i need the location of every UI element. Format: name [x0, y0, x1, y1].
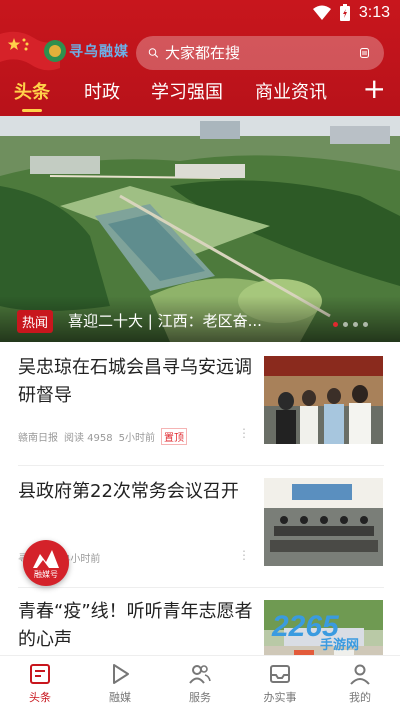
app-logo: 寻乌融媒: [44, 40, 129, 62]
more-options-icon[interactable]: ⋮: [238, 426, 250, 440]
carousel-dots: [333, 322, 368, 327]
add-channel-icon[interactable]: +: [363, 74, 386, 104]
nav-headlines[interactable]: 头条: [10, 662, 70, 705]
news-title[interactable]: 青春“疫”线！听听青年志愿者的心声: [18, 598, 254, 654]
search-bar[interactable]: [136, 36, 384, 70]
hero-title[interactable]: 喜迎二十大 | 江西：老区奋...: [68, 310, 262, 331]
active-tab-indicator: [22, 109, 42, 112]
play-icon: [113, 664, 129, 684]
news-time: 5小时前: [118, 433, 156, 444]
news-reads: 阅读 4958: [64, 433, 113, 444]
news-source: 赣南日报: [18, 433, 58, 444]
media-account-button[interactable]: 融媒号: [23, 540, 69, 586]
channel-tabs: 头条 时政 学习强国 商业资讯 +: [0, 74, 400, 116]
user-icon: [350, 664, 370, 685]
media-logo-icon: [33, 550, 59, 568]
more-options-icon[interactable]: ⋮: [238, 548, 250, 562]
people-icon: [189, 665, 211, 684]
search-icon: [148, 48, 159, 58]
headlines-icon: [30, 664, 50, 684]
tab-business[interactable]: 商业资讯: [255, 78, 327, 104]
status-icons: 3:13: [312, 4, 390, 22]
news-title[interactable]: 吴忠琼在石城会昌寻乌安远调研督导: [18, 354, 254, 410]
media-account-label: 融媒号: [34, 570, 58, 579]
nav-media[interactable]: 融媒: [90, 662, 150, 705]
tab-headlines[interactable]: 头条: [14, 78, 50, 104]
status-time: 3:13: [358, 4, 390, 21]
hero-banner[interactable]: 热闻 喜迎二十大 | 江西：老区奋...: [0, 116, 400, 342]
search-input[interactable]: [165, 44, 359, 62]
carousel-dot[interactable]: [333, 322, 338, 327]
news-meta: 赣南日报 阅读 4958 5小时前 置顶: [18, 428, 188, 445]
nav-media-label: 融媒: [109, 691, 131, 704]
scan-icon[interactable]: [359, 42, 370, 64]
status-bar: 3:13: [0, 0, 400, 28]
carousel-dot[interactable]: [353, 322, 358, 327]
news-item[interactable]: 吴忠琼在石城会昌寻乌安远调研督导 赣南日报 阅读 4958 5小时前 置顶 ⋮: [0, 342, 400, 466]
pinned-badge: 置顶: [161, 428, 188, 445]
logo-text: 寻乌融媒: [69, 43, 129, 59]
battery-icon: [339, 4, 350, 21]
nav-tasks-label: 办实事: [263, 691, 297, 704]
watermark-subtext: 手游网: [320, 638, 360, 653]
app-header: 3:13 寻乌融媒 头条 时政 学习强国 商业资讯 +: [0, 0, 400, 116]
nav-tasks[interactable]: 办实事: [250, 662, 310, 705]
wifi-icon: [312, 5, 331, 20]
inbox-icon: [270, 665, 290, 683]
nav-profile[interactable]: 我的: [330, 662, 390, 705]
carousel-dot[interactable]: [363, 322, 368, 327]
bottom-nav: 头条 融媒 服务 办实事 我的: [0, 655, 400, 712]
news-title[interactable]: 县政府第22次常务会议召开: [18, 478, 254, 506]
tab-politics[interactable]: 时政: [84, 78, 120, 104]
watermark-logo: 2265 手游网: [262, 604, 390, 660]
tab-study[interactable]: 学习强国: [151, 78, 223, 104]
header-top-row: 寻乌融媒: [0, 31, 400, 72]
nav-headlines-label: 头条: [29, 691, 51, 704]
news-thumbnail: [264, 356, 383, 444]
nav-services-label: 服务: [189, 691, 211, 704]
hot-badge: 热闻: [17, 310, 54, 333]
news-thumbnail: [264, 478, 383, 566]
nav-services[interactable]: 服务: [170, 662, 230, 705]
carousel-dot[interactable]: [343, 322, 348, 327]
news-time: 4小时前: [64, 554, 101, 565]
logo-mark-icon: [44, 40, 66, 62]
nav-profile-label: 我的: [349, 691, 371, 704]
